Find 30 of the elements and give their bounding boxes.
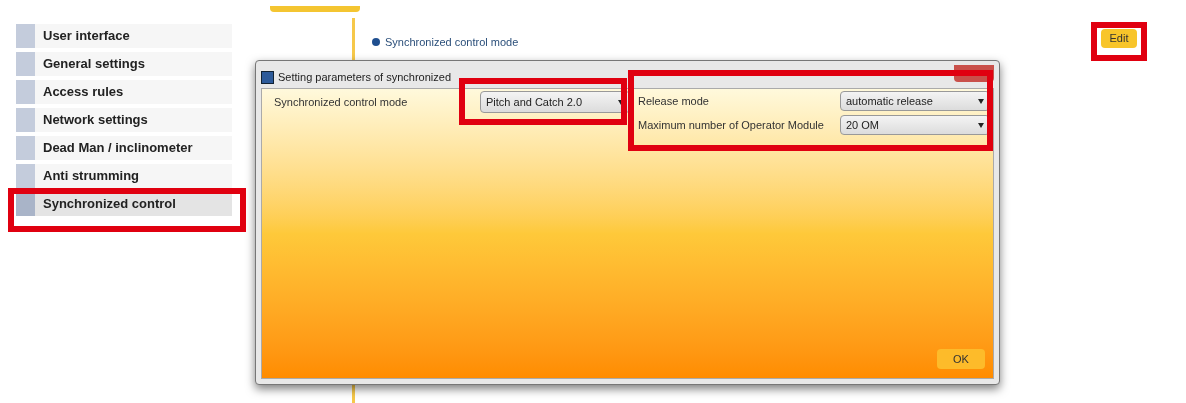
caret-icon (978, 122, 984, 128)
item-icon (16, 52, 35, 76)
item-icon (16, 192, 35, 216)
sidebar-item[interactable]: Anti strumming (16, 164, 232, 188)
item-icon (16, 24, 35, 48)
dropdown[interactable]: automatic release (840, 91, 990, 111)
sidebar-item[interactable]: User interface (16, 24, 232, 48)
bullet-icon (372, 38, 380, 47)
section-title: Synchronized control mode (385, 35, 519, 50)
edit-button[interactable]: Edit (1101, 29, 1137, 48)
field-label: Synchronized control mode (274, 95, 409, 110)
item-icon (16, 136, 35, 160)
caret-icon (978, 98, 984, 104)
item-icon (16, 80, 35, 104)
item-icon (16, 108, 35, 132)
mode-dropdown[interactable]: Pitch and Catch 2.0 (480, 91, 630, 113)
field-label: Release mode (638, 93, 710, 109)
sidebar-item[interactable]: Dead Man / inclinometer (16, 136, 232, 160)
dialog-title: Setting parameters of synchronized (278, 69, 452, 85)
dropdown[interactable]: 20 OM (840, 115, 990, 135)
sidebar-item[interactable]: Access rules (16, 80, 232, 104)
item-icon (16, 164, 35, 188)
highlight-frame (1091, 22, 1147, 61)
sidebar-item[interactable]: Synchronized control (16, 192, 232, 216)
field-label: Maximum number of Operator Module (638, 117, 825, 133)
caret-icon (618, 99, 624, 105)
ok-button[interactable]: OK (937, 349, 985, 369)
sidebar-item[interactable]: Network settings (16, 108, 232, 132)
sidebar-item[interactable]: General settings (16, 52, 232, 76)
app-icon (261, 70, 274, 84)
